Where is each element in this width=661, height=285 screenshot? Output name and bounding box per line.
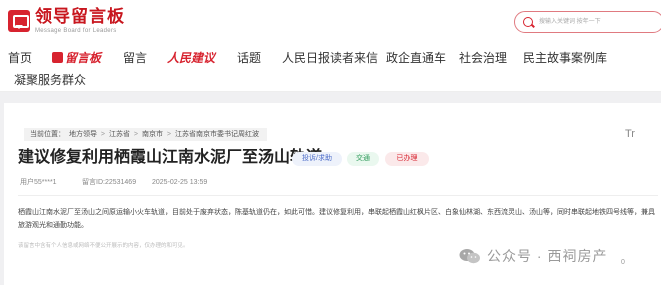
nav-item-people-suggestion[interactable]: 人民建议 [167, 50, 215, 66]
breadcrumb-item[interactable]: 江苏省 [109, 131, 130, 138]
logo-subtitle: Message Board for Leaders [35, 28, 117, 34]
nav-item-social-governance[interactable]: 社会治理 [459, 50, 507, 66]
breadcrumb-separator: > [100, 131, 105, 138]
nav-item-democracy-cases[interactable]: 民主故事案例库 [523, 50, 607, 66]
post-title: 建议修复利用栖霞山江南水泥厂至汤山轨道 [18, 149, 323, 166]
nav-item-topic[interactable]: 话题 [237, 50, 261, 66]
breadcrumb-prefix: 当前位置： [30, 131, 65, 138]
nav-item-serve-masses[interactable]: 凝聚服务群众 [14, 72, 86, 88]
breadcrumb: 当前位置： 地方领导 > 江苏省 > 南京市 > 江苏省南京市委书记周红波 [24, 128, 267, 141]
nav-item-gov-enterprise[interactable]: 政企直通车 [386, 50, 446, 66]
nav-item-readers-letters[interactable]: 人民日报读者来信 [282, 50, 378, 66]
search-icon[interactable] [523, 17, 533, 27]
wechat-icon [459, 249, 480, 264]
breadcrumb-item[interactable]: 地方领导 [69, 131, 97, 138]
message-board-icon [52, 52, 63, 63]
font-size-toggle[interactable]: Tr [625, 127, 635, 141]
status-badge: 已办理 [385, 152, 429, 166]
logo-icon[interactable] [8, 10, 30, 32]
search-box[interactable] [514, 11, 661, 33]
breadcrumb-item[interactable]: 南京市 [142, 131, 163, 138]
post-footnote: 该留言中含有个人信息或网络不便公开展示的内容，仅办理的和可见。 [18, 243, 189, 249]
nav-item-message[interactable]: 留言 [123, 50, 147, 66]
post-message-id: 留言ID:22531469 [82, 179, 137, 186]
breadcrumb-separator: > [166, 131, 171, 138]
logo-title[interactable]: 领导留言板 [35, 8, 125, 26]
breadcrumb-separator: > [133, 131, 138, 138]
tag-category: 投诉/求助 [292, 152, 342, 166]
divider [18, 195, 658, 196]
tag-domain: 交通 [347, 152, 379, 166]
watermark-text: 公众号 · 西祠房产 [487, 248, 608, 264]
nav-item-message-board-label: 留言板 [65, 51, 102, 65]
post-body: 栖霞山江南水泥厂至汤山之间原运输小火车轨道，目前处于废弃状态，陈基轨道仍在，如此… [18, 209, 655, 229]
site-header: 领导留言板 Message Board for Leaders [0, 0, 661, 42]
breadcrumb-item[interactable]: 江苏省南京市委书记周红波 [175, 131, 259, 138]
post-user: 用户55****1 [20, 179, 57, 186]
nav-item-message-board[interactable]: 留言板 [52, 50, 101, 66]
nav-item-home[interactable]: 首页 [8, 50, 32, 66]
search-input[interactable] [539, 14, 654, 30]
like-count: 0 [621, 259, 625, 266]
main-nav: 首页 留言板 留言 人民建议 话题 人民日报读者来信 政企直通车 社会治理 民主… [0, 42, 661, 92]
post-time: 2025-02-25 13:59 [152, 179, 208, 186]
